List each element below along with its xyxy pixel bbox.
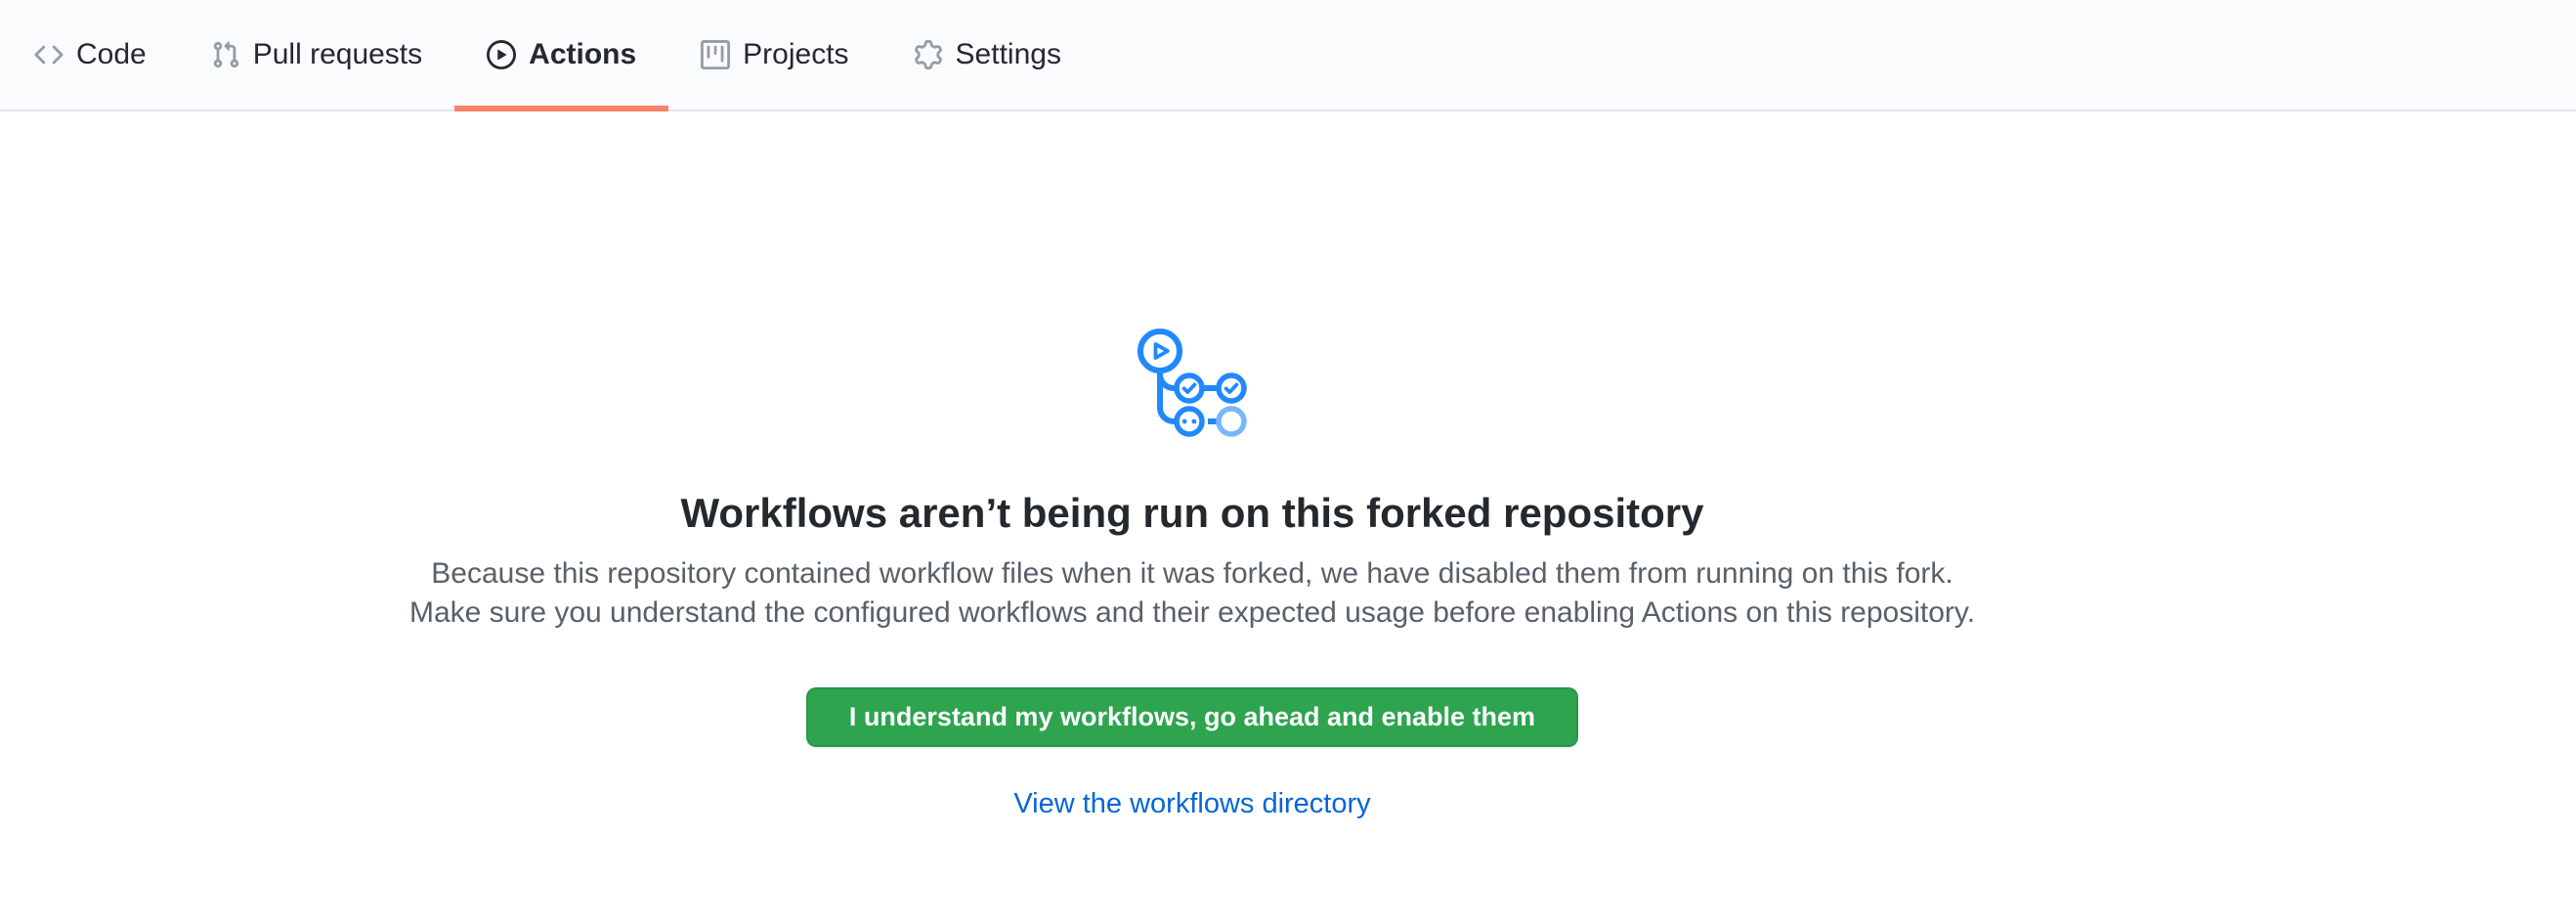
project-board-icon	[701, 40, 730, 69]
play-circle-icon	[487, 40, 516, 69]
code-icon	[34, 40, 64, 69]
page-title: Workflows aren’t being run on this forke…	[0, 488, 2384, 539]
view-workflows-directory-link[interactable]: View the workflows directory	[1013, 788, 1370, 819]
tab-code[interactable]: Code	[2, 0, 179, 110]
tab-label-code: Code	[76, 38, 147, 71]
tab-label-pull-requests: Pull requests	[253, 38, 422, 71]
page-description: Because this repository contained workfl…	[401, 554, 1984, 633]
tab-label-settings: Settings	[956, 38, 1061, 71]
repo-tab-nav: Code Pull requests Actions Projects Sett…	[0, 0, 2576, 111]
tab-settings[interactable]: Settings	[881, 0, 1094, 110]
tab-projects[interactable]: Projects	[668, 0, 880, 110]
git-pull-request-icon	[211, 40, 240, 69]
gear-icon	[914, 40, 943, 69]
actions-blankslate: Workflows aren’t being run on this forke…	[0, 111, 2384, 820]
enable-workflows-button[interactable]: I understand my workflows, go ahead and …	[806, 687, 1578, 747]
tab-pull-requests[interactable]: Pull requests	[179, 0, 454, 110]
tab-label-actions: Actions	[529, 38, 636, 71]
tab-actions[interactable]: Actions	[454, 0, 668, 110]
active-tab-underline	[454, 106, 668, 111]
tab-label-projects: Projects	[743, 38, 848, 71]
workflow-graph-illustration	[1138, 329, 1247, 443]
